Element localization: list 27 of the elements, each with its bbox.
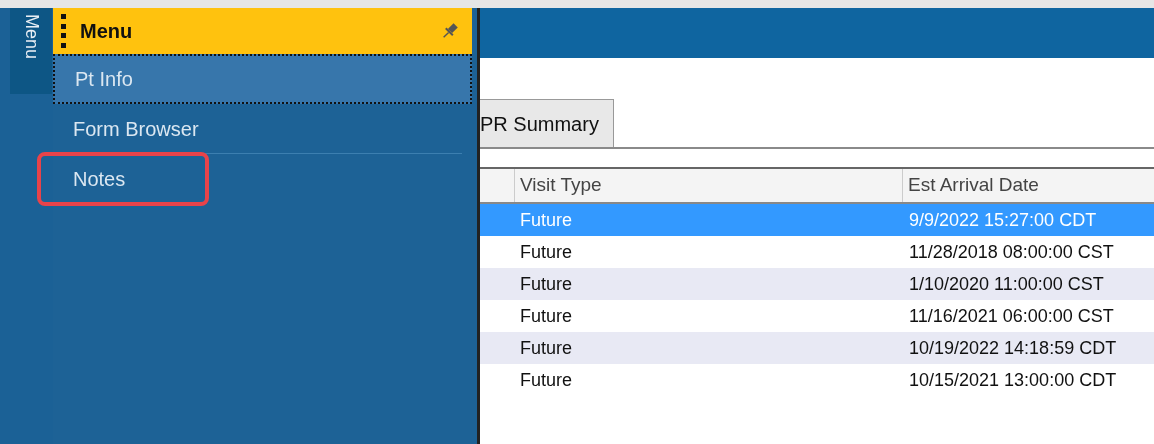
- table-cell-text: Future: [519, 304, 574, 328]
- column-header[interactable]: Est Arrival Date: [903, 169, 1154, 202]
- splitter[interactable]: [472, 8, 480, 444]
- table-row[interactable]: Future 10/19/2022 14:18:59 CDT: [480, 332, 1154, 364]
- table-row[interactable]: Future 10/15/2021 13:00:00 CDT: [480, 364, 1154, 396]
- table-cell-text: Future: [519, 336, 574, 360]
- tab[interactable]: PR Summary: [480, 99, 614, 147]
- table-row[interactable]: Future 11/16/2021 06:00:00 CST: [480, 300, 1154, 332]
- column-header[interactable]: Visit Type: [515, 169, 903, 202]
- menu-item[interactable]: Notes: [39, 154, 207, 204]
- menu-item[interactable]: Pt Info: [53, 54, 472, 104]
- table-cell-text: Future: [519, 368, 574, 392]
- table-cell-text: Future: [519, 272, 574, 296]
- menu-title: Menu: [80, 19, 133, 44]
- menu-item[interactable]: Form Browser: [53, 104, 462, 154]
- table-cell-text: 9/9/2022 15:27:00 CDT: [908, 208, 1098, 232]
- table-cell-text: 10/15/2021 13:00:00 CDT: [908, 368, 1118, 392]
- table-cell-text: 11/28/2018 08:00:00 CST: [908, 240, 1115, 264]
- table-cell-text: 1/10/2020 11:00:00 CST: [908, 272, 1105, 296]
- table-cell-text: 10/19/2022 14:18:59 CDT: [908, 336, 1118, 360]
- table-row[interactable]: Future 1/10/2020 11:00:00 CST: [480, 268, 1154, 300]
- table-row[interactable]: Future 11/28/2018 08:00:00 CST: [480, 236, 1154, 268]
- grip-icon: [61, 14, 66, 48]
- table-cell-text: 11/16/2021 06:00:00 CST: [908, 304, 1115, 328]
- side-tab[interactable]: Menu: [10, 8, 52, 94]
- table-cell-text: Future: [519, 208, 574, 232]
- table-cell-text: Future: [519, 240, 574, 264]
